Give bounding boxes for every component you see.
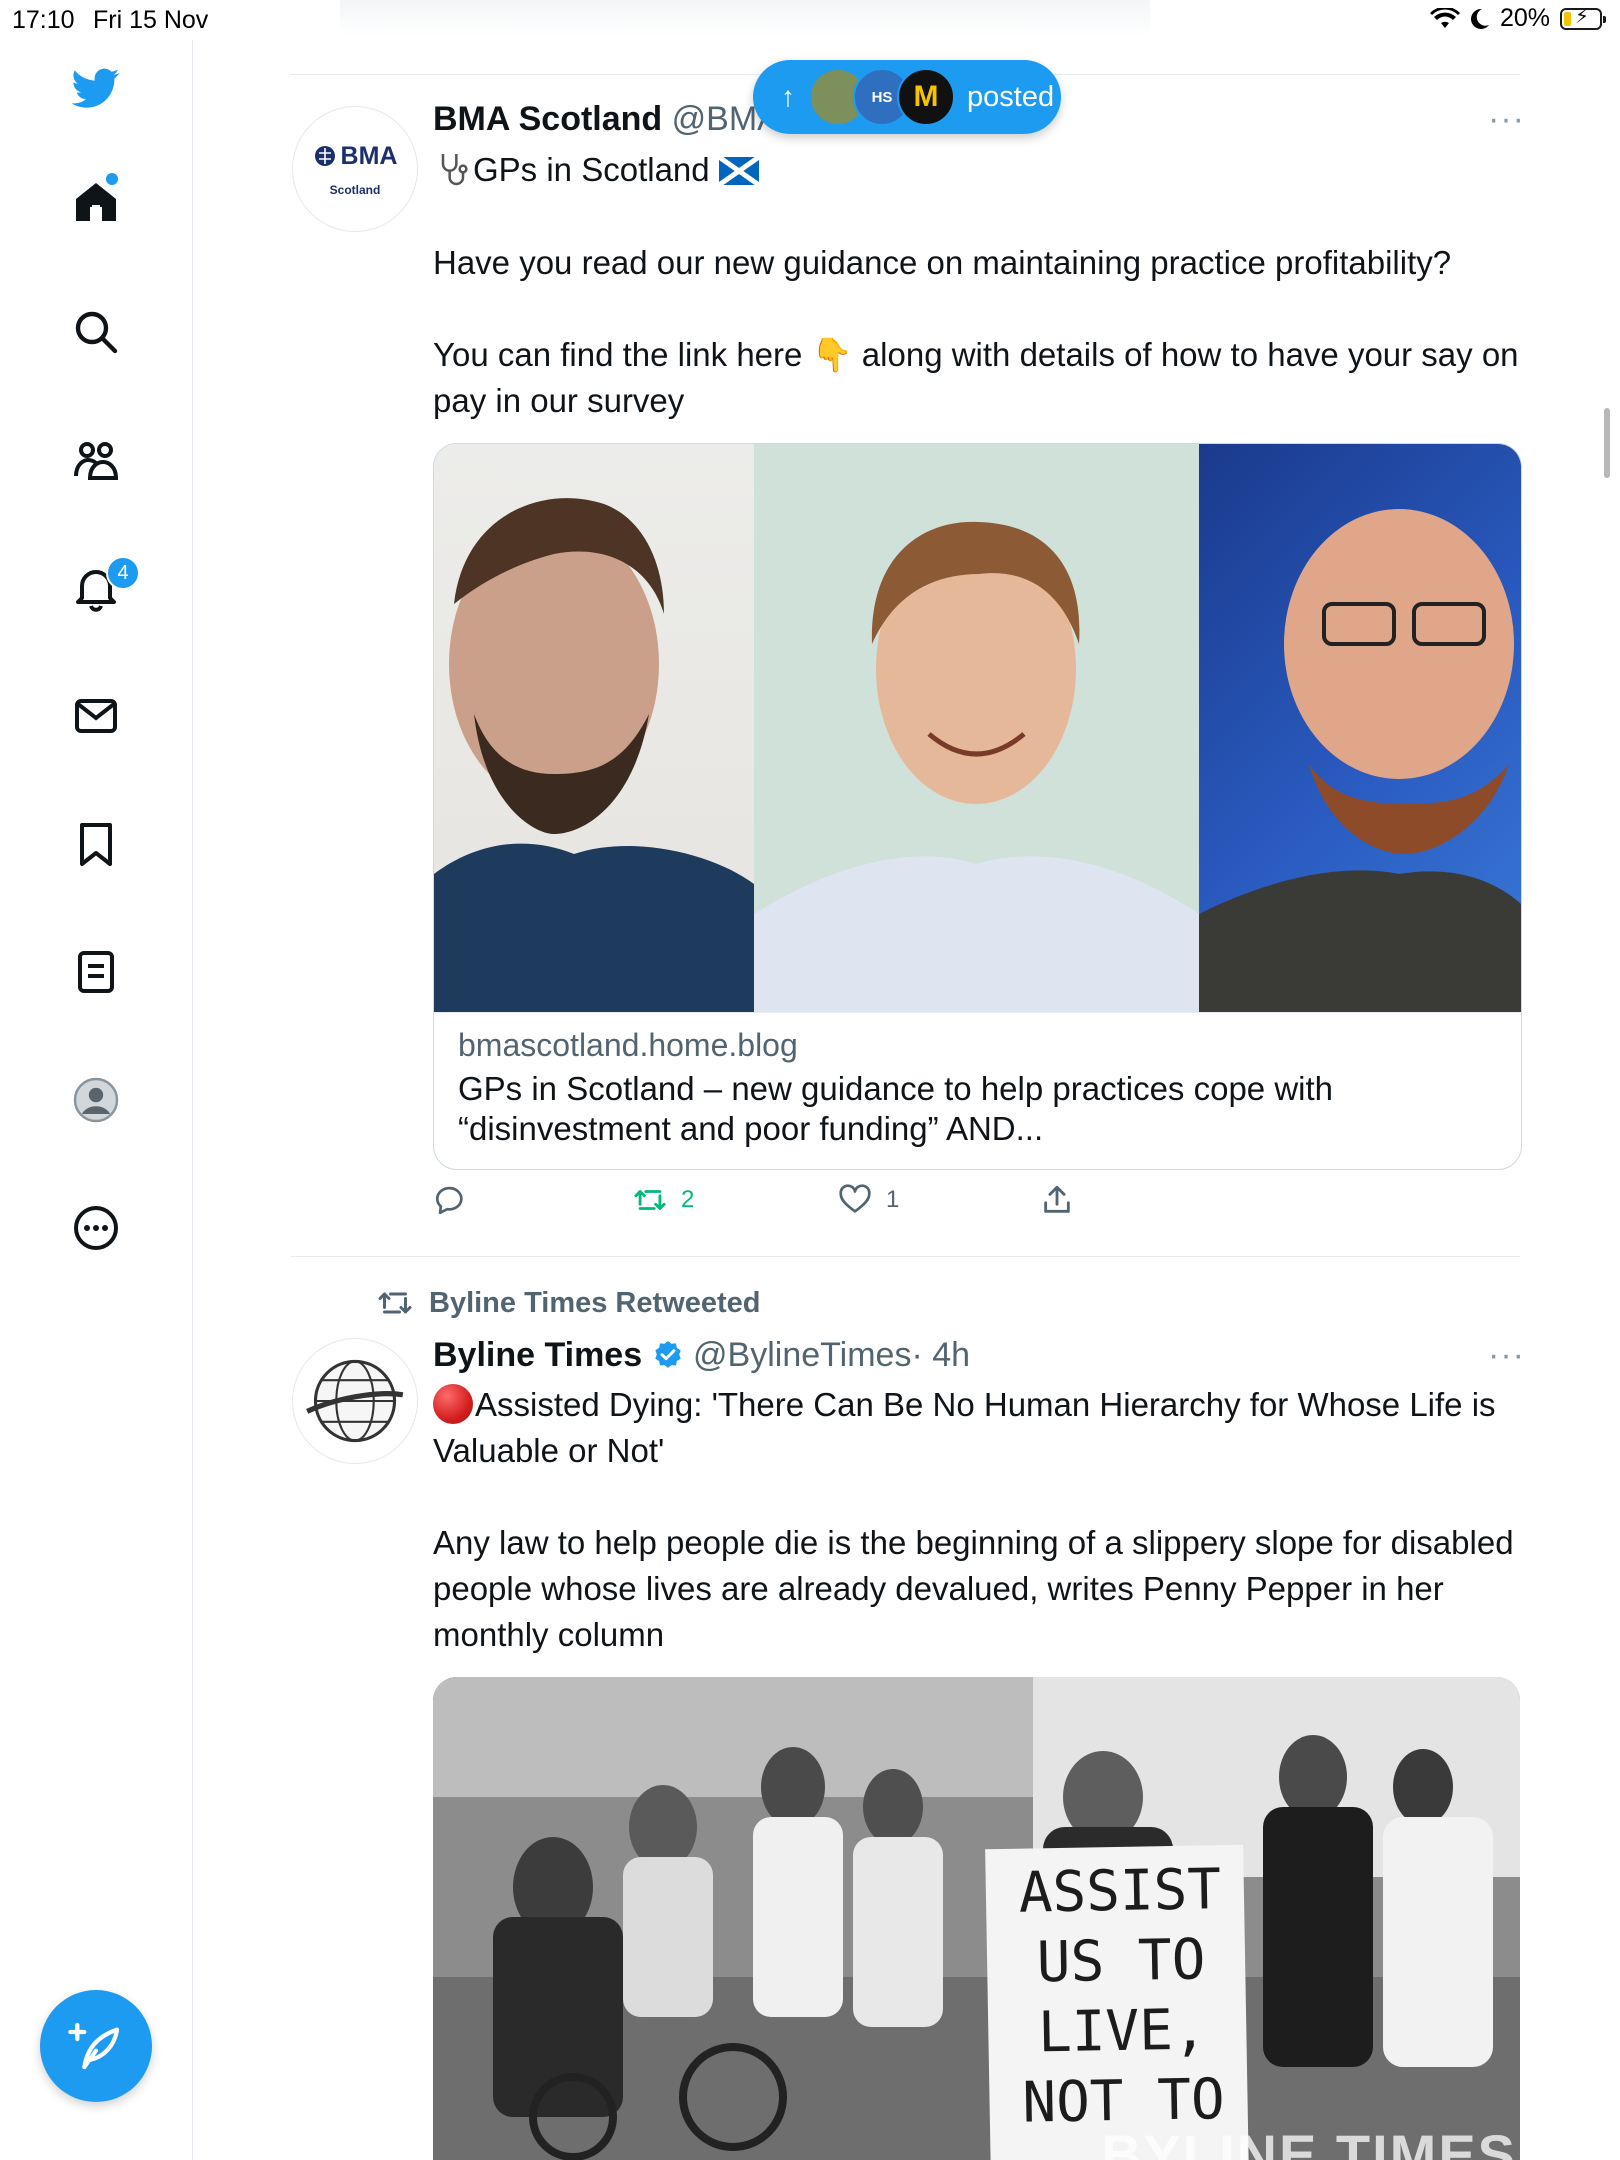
reply-icon: [435, 1186, 463, 1215]
tweet1-action-bar: 2 1: [433, 1183, 1493, 1233]
tweet2-line2: Any law to help people die is the beginn…: [433, 1524, 1514, 1653]
like-button[interactable]: 1: [838, 1183, 899, 1217]
card-photo-left: [434, 444, 754, 1012]
home-unread-dot: [106, 173, 118, 185]
tweet2-more-icon[interactable]: ···: [1488, 1336, 1525, 1375]
tweet2-author-handle[interactable]: @BylineTimes: [693, 1336, 911, 1374]
bma-logo-icon: [314, 146, 335, 166]
stethoscope-icon: [441, 154, 468, 186]
protest-sign: ASSIST US TO LIVE, NOT TO: [985, 1844, 1249, 2160]
new-posts-pill[interactable]: ↑ HS M posted: [753, 60, 1061, 134]
battery-percent: 20%: [1499, 4, 1550, 32]
wifi-icon: [1429, 7, 1460, 28]
byline-times-avatar[interactable]: [292, 1338, 418, 1464]
tweet1-line1: GPs in Scotland: [473, 151, 710, 188]
tweet1-line2: Have you read our new guidance on mainta…: [433, 244, 1452, 281]
tweet2-time: · 4h: [911, 1336, 971, 1374]
top-shade: [340, 0, 1150, 36]
status-time: 17:10: [12, 6, 75, 34]
pill-label: posted: [967, 80, 1055, 113]
search-icon[interactable]: [66, 302, 126, 362]
messages-envelope-icon[interactable]: [66, 686, 126, 746]
globe-logo-icon: [306, 1359, 404, 1443]
share-button[interactable]: [1040, 1183, 1074, 1217]
bma-avatar-subtitle: Scotland: [329, 182, 381, 197]
tweet2-author-name[interactable]: Byline Times: [433, 1336, 642, 1374]
bma-scotland-avatar[interactable]: BMA Scotland: [292, 106, 418, 232]
twitter-logo-icon[interactable]: [66, 58, 126, 118]
card-title: GPs in Scotland – new guidance to help p…: [458, 1070, 1334, 1147]
tweet2-photo[interactable]: ASSIST US TO LIVE, NOT TO BYLINE TIMES: [433, 1677, 1520, 2160]
card-photo-right: [1199, 444, 1521, 1012]
retweeted-by-line[interactable]: Byline Times Retweeted: [375, 1285, 760, 1321]
retweeted-icon: [378, 1292, 412, 1314]
bma-avatar-title: BMA: [340, 141, 398, 170]
tweet1-more-icon[interactable]: ···: [1488, 100, 1525, 139]
tweet1-author-name[interactable]: BMA Scotland: [433, 100, 662, 138]
like-count: 1: [886, 1186, 900, 1213]
lists-icon[interactable]: [66, 942, 126, 1002]
retweeted-by-text: Byline Times Retweeted: [429, 1286, 761, 1319]
reply-button[interactable]: [433, 1183, 467, 1217]
communities-icon[interactable]: [66, 430, 126, 490]
tweet1-line3: You can find the link here 👇 along with …: [433, 336, 1519, 419]
arrow-up-icon: ↑: [781, 81, 795, 112]
pill-avatar-3: M: [897, 68, 955, 126]
card-domain: bmascotland.home.blog: [458, 1027, 798, 1063]
compose-tweet-button[interactable]: [40, 1990, 152, 2102]
retweet-button[interactable]: 2: [633, 1183, 694, 1217]
moon-icon: [1470, 8, 1489, 29]
tweet1-line1-row: GPs in Scotland: [433, 147, 1523, 193]
card-meta: bmascotland.home.blog GPs in Scotland – …: [434, 1012, 1521, 1169]
battery-icon: ⚡: [1560, 7, 1606, 30]
status-right: 20% ⚡: [1429, 4, 1606, 33]
more-options-icon[interactable]: [66, 1198, 126, 1258]
retweet-icon: [634, 1190, 666, 1210]
heart-icon: [839, 1184, 871, 1213]
tweet2-line1: Assisted Dying: 'There Can Be No Human H…: [433, 1386, 1496, 1469]
profile-avatar-icon[interactable]: [66, 1070, 126, 1130]
status-date: Fri 15 Nov: [93, 6, 209, 34]
share-icon: [1044, 1185, 1070, 1213]
retweet-count: 2: [681, 1186, 695, 1213]
bookmark-icon[interactable]: [66, 814, 126, 874]
tweet1-link-card[interactable]: bmascotland.home.blog GPs in Scotland – …: [433, 443, 1522, 1170]
card-photo-middle: [754, 444, 1199, 1012]
red-circle-icon: [433, 1384, 473, 1424]
compose-feather-icon: [68, 2022, 120, 2070]
scotland-flag-icon: [717, 154, 761, 188]
verified-badge-icon: [654, 1341, 681, 1368]
photo-watermark: BYLINE TIMES: [1101, 2123, 1518, 2160]
tweet2-line1-row: Assisted Dying: 'There Can Be No Human H…: [433, 1382, 1523, 1474]
scrollbar[interactable]: [1604, 408, 1610, 478]
notifications-badge: 4: [106, 556, 140, 590]
feed-divider-middle: [290, 1256, 1520, 1257]
protest-sign-text: ASSIST US TO LIVE, NOT TO: [1018, 1857, 1226, 2136]
tweet2-header: Byline Times @BylineTimes· 4h: [433, 1332, 1523, 1378]
